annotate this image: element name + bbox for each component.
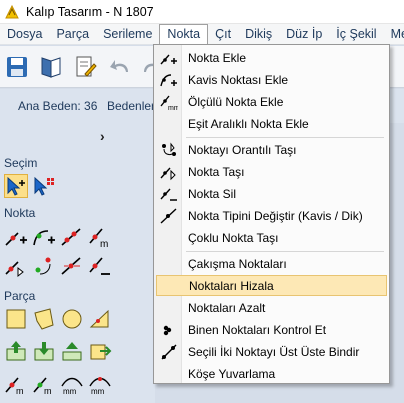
tool-piece-copy-icon[interactable] (88, 339, 112, 363)
ana-beden-label: Ana Beden: 36 (18, 99, 98, 113)
menu-item-cakisma-noktalari[interactable]: Çakışma Noktaları (156, 253, 387, 274)
select-arrow-tool[interactable] (4, 174, 28, 198)
tool-panel: › Seçim Nokta m Parça m m mm mm (0, 123, 155, 403)
menu-cit[interactable]: Çıt (208, 24, 238, 44)
section-secim: Seçim (4, 156, 38, 170)
menu-separator (186, 251, 384, 252)
svg-text:m: m (44, 386, 52, 396)
menu-item-secili-iki-noktayi-bindir[interactable]: Seçili İki Noktayı Üst Üste Bindir (156, 341, 387, 362)
tool-circle-icon[interactable] (60, 307, 84, 331)
tool-piece-measure-icon[interactable] (88, 307, 112, 331)
overlap-check-icon (163, 325, 172, 336)
menu-metin[interactable]: Metin (384, 24, 404, 44)
tool-point-delete-icon[interactable] (88, 254, 112, 278)
tool-piece-down-icon[interactable] (32, 339, 56, 363)
svg-text:m: m (100, 239, 108, 249)
menu-dikis[interactable]: Dikiş (238, 24, 279, 44)
tool-piece-lift-icon[interactable] (60, 339, 84, 363)
svg-text:mm: mm (168, 105, 178, 111)
expand-chevron-icon[interactable]: › (100, 128, 105, 144)
svg-text:mm: mm (91, 387, 105, 396)
tool-piece-seam-icon[interactable]: m (4, 372, 28, 396)
menu-duz-ip[interactable]: Düz İp (279, 24, 329, 44)
menu-item-nokta-sil[interactable]: Nokta Sil (156, 183, 387, 204)
menu-item-kose-yuvarlama[interactable]: Köşe Yuvarlama (156, 363, 387, 384)
measured-point-add-icon: mm (160, 95, 178, 111)
title-bar: Kalıp Tasarım - N 1807 (0, 0, 404, 24)
menu-item-olculu-nokta-ekle[interactable]: mm Ölçülü Nokta Ekle (156, 91, 387, 112)
select-points-icon[interactable] (32, 175, 56, 199)
menu-item-nokta-tasi[interactable]: Nokta Taşı (156, 161, 387, 182)
tool-point-move-icon[interactable] (4, 254, 28, 278)
point-delete-icon (160, 188, 177, 201)
tool-point-add-icon[interactable] (4, 225, 28, 249)
svg-text:mm: mm (63, 387, 77, 396)
undo-icon[interactable] (108, 54, 134, 80)
tool-piece-seam-alt-icon[interactable]: m (32, 372, 56, 396)
section-nokta: Nokta (4, 206, 36, 220)
edit-document-icon[interactable] (72, 54, 98, 80)
point-type-icon (160, 208, 177, 224)
window-title: Kalıp Tasarım - N 1807 (26, 4, 154, 19)
tool-point-swap-icon[interactable] (32, 254, 56, 278)
tool-rectangle-icon[interactable] (4, 307, 28, 331)
menu-item-noktalari-hizala[interactable]: Noktaları Hizala (156, 275, 387, 296)
section-parca: Parça (4, 289, 36, 303)
menu-item-noktalari-azalt[interactable]: Noktaları Azalt (156, 297, 387, 318)
menu-parca[interactable]: Parça (49, 24, 96, 44)
tool-point-type-icon[interactable] (60, 254, 84, 278)
open-book-icon[interactable] (38, 54, 64, 80)
tool-piece-measure-mm-alt-icon[interactable]: mm (88, 372, 112, 396)
tool-polygon-icon[interactable] (32, 307, 56, 331)
menu-dosya[interactable]: Dosya (0, 24, 49, 44)
merge-points-icon (161, 344, 177, 360)
menu-item-esit-aralikli-nokta-ekle[interactable]: Eşit Aralıklı Nokta Ekle (156, 113, 387, 134)
point-move-icon (160, 167, 176, 181)
save-icon[interactable] (4, 54, 30, 80)
bedenler-label: Bedenler: (107, 99, 159, 113)
tool-piece-up-icon[interactable] (4, 339, 28, 363)
tool-piece-measure-mm-icon[interactable]: mm (60, 372, 84, 396)
proportional-move-icon (162, 142, 176, 156)
point-add-icon (160, 54, 177, 65)
nokta-dropdown-menu: Nokta Ekle Kavis Noktası Ekle mm Ölçülü … (153, 44, 390, 384)
menu-item-nokta-tipini-degistir[interactable]: Nokta Tipini Değiştir (Kavis / Dik) (156, 205, 387, 226)
menu-bar: Dosya Parça Serileme Nokta Çıt Dikiş Düz… (0, 24, 404, 45)
menu-separator (186, 137, 384, 138)
tool-point-multi-icon[interactable] (60, 225, 84, 249)
curve-point-add-icon (160, 74, 177, 87)
app-logo-icon (5, 4, 19, 18)
menu-serileme[interactable]: Serileme (96, 24, 159, 44)
menu-item-coklu-nokta-tasi[interactable]: Çoklu Nokta Taşı (156, 227, 387, 248)
menu-item-binen-noktalari-kontrol-et[interactable]: Binen Noktaları Kontrol Et (156, 319, 387, 340)
menu-item-kavis-noktasi-ekle[interactable]: Kavis Noktası Ekle (156, 69, 387, 90)
svg-text:m: m (16, 386, 24, 396)
tool-measured-point-icon[interactable]: m (88, 225, 112, 249)
menu-nokta[interactable]: Nokta (159, 24, 209, 44)
menu-item-noktayi-orantili-tasi[interactable]: Noktayı Orantılı Taşı (156, 139, 387, 160)
tool-curve-point-add-icon[interactable] (32, 225, 56, 249)
menu-ic-sekil[interactable]: İç Şekil (329, 24, 383, 44)
menu-item-nokta-ekle[interactable]: Nokta Ekle (156, 47, 387, 68)
select-arrow-icon (7, 176, 25, 196)
